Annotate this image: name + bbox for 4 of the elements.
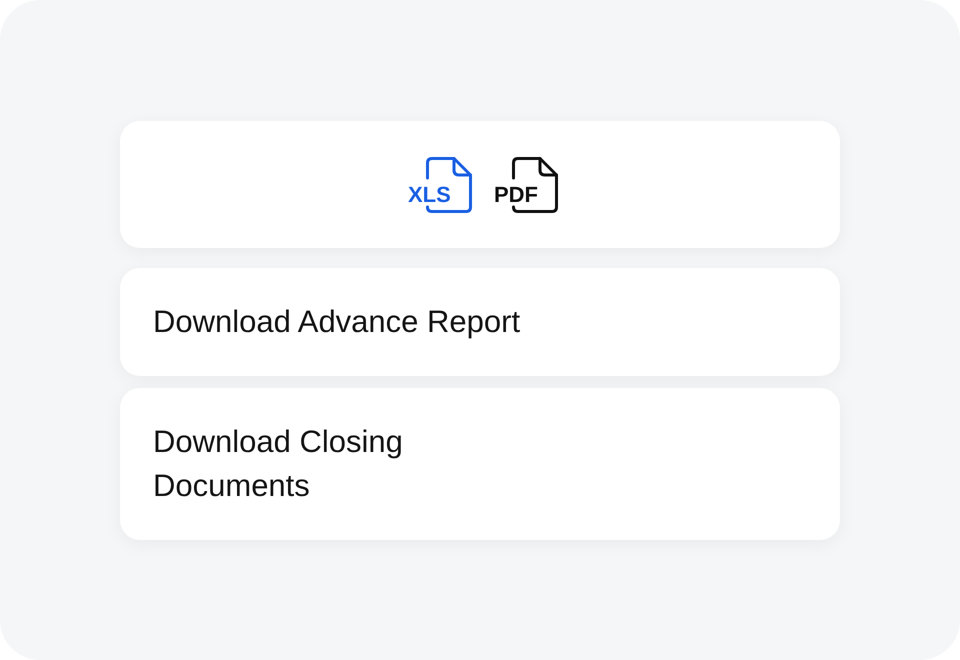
file-format-button[interactable]: XLS — [408, 156, 472, 212]
download-option[interactable]: Download Advance Report — [120, 268, 840, 376]
download-option[interactable]: Download Closing Documents — [120, 388, 840, 540]
file-format-button[interactable]: PDF — [494, 156, 558, 212]
